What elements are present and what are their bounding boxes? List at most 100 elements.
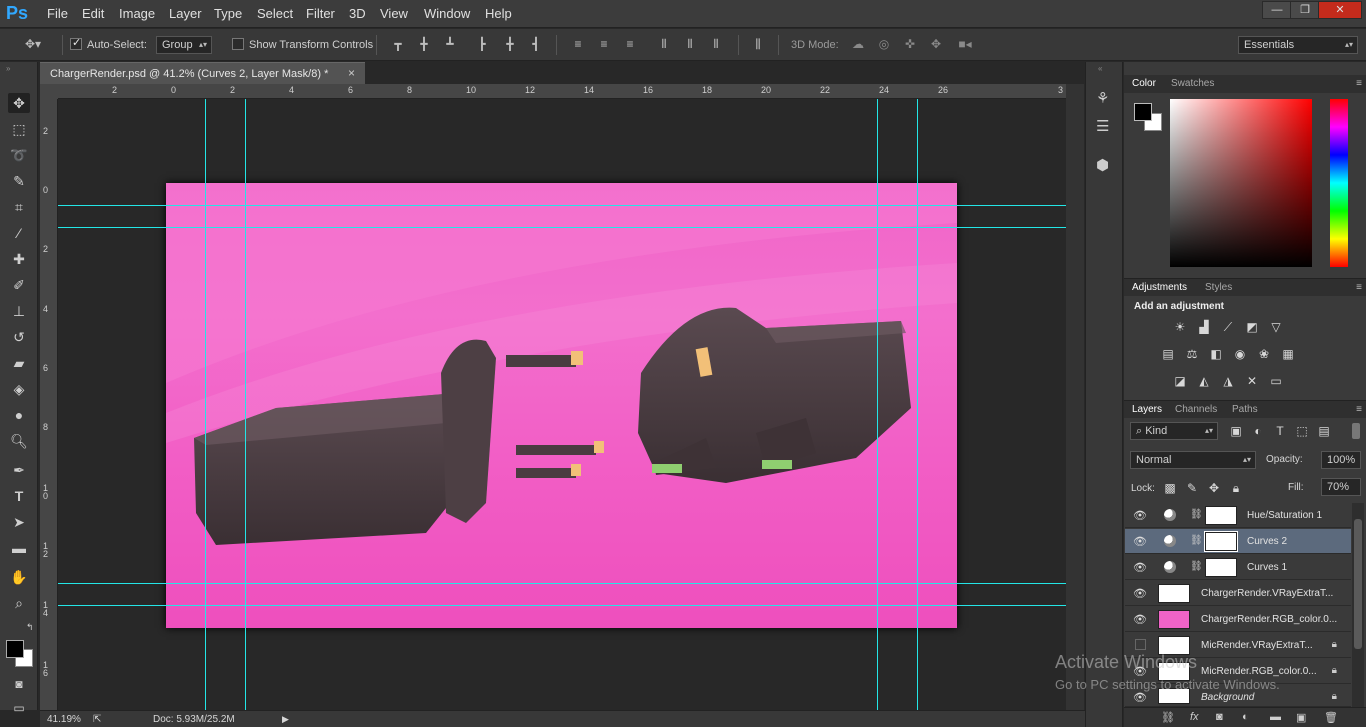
guide-line-horizontal[interactable] (58, 605, 1066, 606)
brightness-icon[interactable]: ☀ (1172, 320, 1188, 334)
vertical-ruler[interactable]: 2 0 2 4 6 8 1 0 1 2 1 4 1 6 (40, 99, 58, 710)
tab-adjustments[interactable]: Adjustments (1132, 282, 1187, 293)
status-menu-arrow-icon[interactable]: ▶ (282, 714, 289, 725)
gradient-map-icon[interactable]: ▭ (1268, 374, 1284, 388)
move-tool-preset-icon[interactable]: ✥▾ (22, 37, 44, 51)
invert-icon[interactable]: ◪ (1172, 374, 1188, 388)
zoom-tool-icon[interactable]: ⌕ (8, 593, 30, 613)
curves-icon[interactable]: ⟋ (1220, 320, 1236, 334)
guide-line-horizontal[interactable] (58, 205, 1066, 206)
levels-icon[interactable]: ▟ (1196, 320, 1212, 334)
3d-roll-icon[interactable]: ◎ (876, 37, 892, 51)
swap-colors-icon[interactable]: ↰ (26, 622, 34, 633)
delete-layer-icon[interactable]: 🗑︎ (1324, 711, 1338, 724)
pen-tool-icon[interactable]: ✒ (8, 460, 30, 480)
foreground-color-swatch[interactable] (1134, 103, 1152, 121)
guide-line-horizontal[interactable] (58, 583, 1066, 584)
dodge-tool-icon[interactable]: 🔍︎ (8, 431, 30, 451)
crop-tool-icon[interactable]: ⌗ (8, 197, 30, 217)
guide-line-vertical[interactable] (205, 99, 206, 710)
layer-filter-dropdown[interactable]: ⌕ Kind ▴▾ (1130, 422, 1218, 440)
layer-row-hue-saturation[interactable]: 👁︎ ⛓ Hue/Saturation 1 (1125, 503, 1351, 528)
guide-line-horizontal[interactable] (58, 227, 1066, 228)
guide-line-vertical[interactable] (877, 99, 878, 710)
tab-styles[interactable]: Styles (1205, 282, 1232, 293)
distribute-vcenter-icon[interactable]: ≡ (596, 37, 612, 51)
brush-tool-icon[interactable]: ✐ (8, 275, 30, 295)
show-transform-checkbox[interactable] (232, 38, 244, 50)
close-document-icon[interactable]: × (348, 66, 355, 80)
distribute-right-icon[interactable]: ⦀ (708, 37, 724, 51)
hue-saturation-icon[interactable]: ▤ (1160, 347, 1176, 361)
menu-select[interactable]: Select (257, 6, 293, 21)
auto-align-icon[interactable]: ⫼ (750, 37, 766, 51)
eye-icon[interactable]: 👁︎ (1133, 691, 1147, 704)
guide-line-vertical[interactable] (917, 99, 918, 710)
tab-swatches[interactable]: Swatches (1171, 78, 1214, 89)
auto-select-checkbox[interactable] (70, 36, 82, 50)
history-brush-tool-icon[interactable]: ↺ (8, 327, 30, 347)
layer-mask-thumbnail[interactable] (1204, 531, 1238, 552)
align-hcenter-icon[interactable]: ╋ (502, 37, 518, 51)
layer-mask-thumbnail[interactable] (1205, 506, 1237, 525)
layer-thumbnail[interactable] (1158, 584, 1190, 603)
export-icon[interactable]: ⇱ (93, 714, 101, 725)
workspace-dropdown[interactable]: Essentials ▴▾ (1238, 36, 1358, 54)
channel-mixer-icon[interactable]: ❀ (1256, 347, 1272, 361)
layer-row-curves-1[interactable]: 👁︎ ⛓ Curves 1 (1125, 555, 1351, 580)
filter-toggle[interactable] (1352, 423, 1360, 439)
opacity-input[interactable]: 100% (1321, 451, 1361, 469)
restore-button[interactable]: ❐ (1290, 1, 1320, 19)
layer-name[interactable]: ChargerRender.RGB_color.0... (1201, 614, 1337, 625)
paint-bucket-tool-icon[interactable]: ◈ (8, 379, 30, 399)
layer-row-charger-vray[interactable]: 👁︎ ChargerRender.VRayExtraT... (1125, 581, 1351, 606)
link-icon[interactable]: ⛓ (1190, 561, 1203, 572)
3d-pan-icon[interactable]: ✜ (902, 37, 918, 51)
eyedropper-tool-icon[interactable]: ⁄ (8, 223, 30, 243)
guide-line-vertical[interactable] (245, 99, 246, 710)
black-white-icon[interactable]: ◧ (1208, 347, 1224, 361)
scrollbar-thumb[interactable] (1354, 519, 1362, 649)
type-tool-icon[interactable]: T (8, 486, 30, 506)
layer-mask-thumbnail[interactable] (1205, 558, 1237, 577)
link-icon[interactable]: ⛓ (1190, 535, 1203, 546)
layer-row-charger-rgb[interactable]: 👁︎ ChargerRender.RGB_color.0... (1125, 607, 1351, 632)
menu-image[interactable]: Image (119, 6, 155, 21)
panel-collapse-icon[interactable]: » (6, 64, 10, 73)
collapse-dock-icon[interactable]: « (1098, 64, 1102, 73)
color-lookup-icon[interactable]: ▦ (1280, 347, 1296, 361)
color-picker-field[interactable] (1170, 99, 1312, 267)
layer-thumbnail[interactable] (1158, 610, 1190, 629)
eye-icon[interactable]: 👁︎ (1133, 535, 1147, 548)
distribute-top-icon[interactable]: ≡ (570, 37, 586, 51)
layer-style-icon[interactable]: fx (1190, 711, 1199, 723)
new-group-icon[interactable]: ▬ (1270, 711, 1281, 723)
photo-filter-icon[interactable]: ◉ (1232, 347, 1248, 361)
eye-icon[interactable]: 👁︎ (1133, 509, 1147, 522)
ruler-origin[interactable] (40, 84, 58, 99)
close-window-button[interactable]: ✕ (1318, 1, 1362, 19)
document-tab[interactable]: ChargerRender.psd @ 41.2% (Curves 2, Lay… (40, 62, 365, 84)
menu-help[interactable]: Help (485, 6, 512, 21)
menu-file[interactable]: File (47, 6, 68, 21)
eye-icon[interactable]: 👁︎ (1133, 613, 1147, 626)
blur-tool-icon[interactable]: ● (8, 405, 30, 425)
blend-mode-dropdown[interactable]: Normal ▴▾ (1130, 451, 1256, 469)
eraser-tool-icon[interactable]: ▰ (8, 353, 30, 373)
marquee-tool-icon[interactable]: ⬚ (8, 119, 30, 139)
layer-name[interactable]: Curves 1 (1247, 562, 1287, 573)
3d-camera-icon[interactable]: ■◂ (954, 37, 976, 51)
filter-smart-object-icon[interactable]: ▤ (1316, 424, 1332, 438)
lock-transparent-icon[interactable]: ▩ (1162, 481, 1178, 495)
foreground-color-swatch[interactable] (6, 640, 24, 658)
align-top-icon[interactable]: ┳ (390, 37, 406, 51)
menu-type[interactable]: Type (214, 6, 242, 21)
clone-stamp-tool-icon[interactable]: ⊥ (8, 301, 30, 321)
filter-adjustment-icon[interactable]: ◐ (1250, 424, 1266, 438)
threshold-icon[interactable]: ◮ (1220, 374, 1236, 388)
eye-icon[interactable]: 👁︎ (1133, 561, 1147, 574)
path-selection-tool-icon[interactable]: ➤ (8, 512, 30, 532)
align-bottom-icon[interactable]: ┻ (442, 37, 458, 51)
layer-name[interactable]: MicRender.RGB_color.0... (1201, 666, 1317, 677)
menu-filter[interactable]: Filter (306, 6, 335, 21)
